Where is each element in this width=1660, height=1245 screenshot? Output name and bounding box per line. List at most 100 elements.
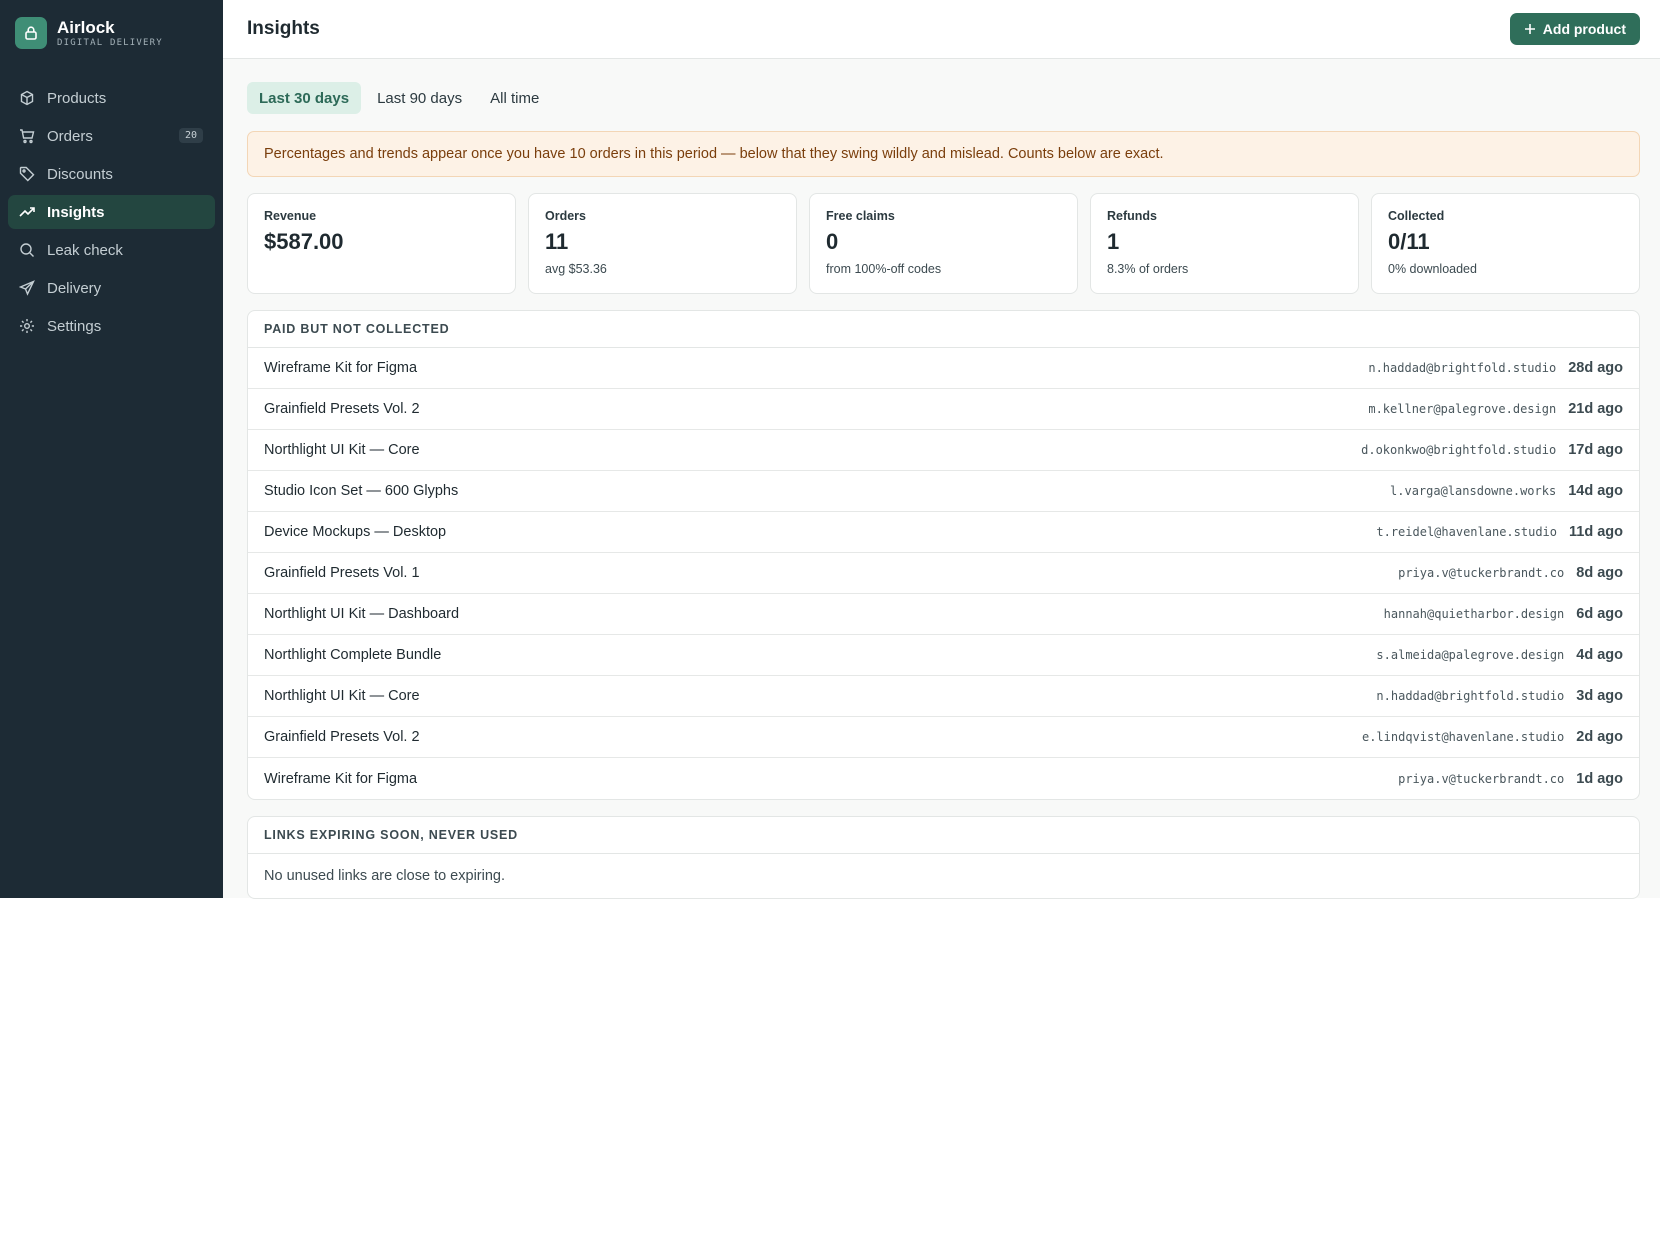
stat-card-collected: Collected 0/11 0% downloaded: [1371, 193, 1640, 294]
row-email: s.almeida@palegrove.design: [1376, 648, 1565, 662]
row-age: 4d ago: [1576, 647, 1623, 663]
row-product: Studio Icon Set — 600 Glyphs: [264, 483, 459, 499]
stat-value: $587.00: [264, 229, 344, 254]
row-age: 11d ago: [1569, 524, 1623, 540]
app-shell: Airlock DIGITAL DELIVERY Products Orders…: [0, 0, 1660, 899]
stat-label: Refunds: [1107, 209, 1157, 223]
stat-value: 1: [1107, 229, 1120, 254]
sidebar: Airlock DIGITAL DELIVERY Products Orders…: [0, 0, 223, 898]
table-row[interactable]: Grainfield Presets Vol. 1 priya.v@tuckerb…: [248, 553, 1639, 594]
uncollected-panel: PAID BUT NOT COLLECTED Wireframe Kit for…: [247, 310, 1640, 800]
row-product: Wireframe Kit for Figma: [264, 770, 418, 787]
row-meta: t.reidel@havenlane.studio 11d ago: [1376, 524, 1623, 540]
row-meta: hannah@quietharbor.design 6d ago: [1384, 606, 1623, 622]
row-email: t.reidel@havenlane.studio: [1376, 525, 1557, 539]
sidebar-item-insights[interactable]: Insights: [8, 195, 215, 229]
row-product: Wireframe Kit for Figma: [264, 360, 418, 376]
tab-last-90-days[interactable]: Last 90 days: [365, 82, 474, 114]
sidebar-item-settings[interactable]: Settings: [8, 309, 215, 343]
stat-value: 11: [545, 229, 569, 254]
empty-state: No unused links are close to expiring.: [264, 868, 505, 884]
table-row[interactable]: Northlight UI Kit — Dashboard hannah@quie…: [248, 594, 1639, 635]
stat-card-free-claims: Free claims 0 from 100%-off codes: [809, 193, 1078, 294]
row-meta: s.almeida@palegrove.design 4d ago: [1376, 647, 1623, 663]
table-row[interactable]: Wireframe Kit for Figma priya.v@tuckerbra…: [248, 758, 1639, 799]
send-icon: [19, 280, 35, 296]
table-row[interactable]: Grainfield Presets Vol. 2 e.lindqvist@hav…: [248, 717, 1639, 758]
brand[interactable]: Airlock DIGITAL DELIVERY: [0, 0, 223, 66]
row-meta: priya.v@tuckerbrandt.co 8d ago: [1398, 565, 1623, 581]
box-icon: [20, 90, 34, 106]
sidebar-item-label: Settings: [47, 317, 102, 335]
sidebar-nav: Products Orders 20 Discounts Insights Le…: [0, 66, 223, 343]
table-row[interactable]: Northlight Complete Bundle s.almeida@pale…: [248, 635, 1639, 676]
stat-sub: 0% downloaded: [1388, 262, 1477, 276]
sidebar-item-leak-check[interactable]: Leak check: [8, 233, 215, 267]
stat-card-revenue: Revenue $587.00: [247, 193, 516, 294]
plus-icon: [1524, 24, 1535, 34]
table-row[interactable]: Studio Icon Set — 600 Glyphs l.varga@lans…: [248, 471, 1639, 512]
row-email: l.varga@lansdowne.works: [1390, 484, 1557, 498]
sidebar-item-discounts[interactable]: Discounts: [8, 157, 215, 191]
sidebar-item-label: Delivery: [47, 279, 102, 297]
tab-all-time[interactable]: All time: [478, 82, 551, 114]
sidebar-item-label: Orders: [47, 127, 93, 145]
sidebar-item-label: Products: [47, 89, 107, 107]
row-product: Northlight Complete Bundle: [264, 647, 442, 663]
table-row[interactable]: Northlight UI Kit — Core d.okonkwo@bright…: [248, 430, 1639, 471]
stat-sub: avg $53.36: [545, 262, 607, 276]
row-meta: d.okonkwo@brightfold.studio 17d ago: [1361, 442, 1623, 458]
table-row[interactable]: Grainfield Presets Vol. 2 m.kellner@paleg…: [248, 389, 1639, 430]
uncollected-list: Wireframe Kit for Figma n.haddad@brightfo…: [248, 348, 1639, 799]
sidebar-item-label: Leak check: [47, 241, 123, 259]
table-row[interactable]: Device Mockups — Desktop t.reidel@havenla…: [248, 512, 1639, 553]
stat-label: Free claims: [826, 209, 895, 223]
row-meta: m.kellner@palegrove.design 21d ago: [1368, 401, 1623, 417]
topbar: Insights Add product: [223, 0, 1660, 59]
tab-last-30-days[interactable]: Last 30 days: [247, 82, 362, 114]
brand-subtitle: DIGITAL DELIVERY: [57, 37, 163, 48]
row-age: 8d ago: [1576, 565, 1623, 581]
row-age: 1d ago: [1576, 770, 1623, 787]
panel-title: LINKS EXPIRING SOON, NEVER USED: [248, 817, 1639, 854]
table-row[interactable]: Wireframe Kit for Figma n.haddad@brightfo…: [248, 348, 1639, 389]
row-email: m.kellner@palegrove.design: [1368, 402, 1557, 416]
add-product-label: Add product: [1542, 21, 1626, 37]
add-product-button[interactable]: Add product: [1509, 13, 1640, 45]
cart-icon: [20, 129, 35, 144]
stat-value: 0: [826, 229, 839, 254]
row-age: 3d ago: [1576, 688, 1623, 704]
row-email: d.okonkwo@brightfold.studio: [1361, 443, 1557, 457]
sidebar-item-products[interactable]: Products: [8, 81, 215, 115]
sidebar-item-orders[interactable]: Orders 20: [8, 119, 215, 153]
table-row[interactable]: Northlight UI Kit — Core n.haddad@brightf…: [248, 676, 1639, 717]
row-product: Grainfield Presets Vol. 2: [264, 729, 420, 745]
stat-value: 0/11: [1388, 229, 1430, 254]
row-product: Grainfield Presets Vol. 2: [264, 401, 420, 417]
row-meta: l.varga@lansdowne.works 14d ago: [1390, 483, 1623, 499]
expiring-links-panel: LINKS EXPIRING SOON, NEVER USED No unuse…: [247, 816, 1640, 899]
row-email: e.lindqvist@havenlane.studio: [1361, 730, 1565, 744]
main-area: Insights Add product Last 30 days Last 9…: [223, 0, 1660, 899]
stat-sub: from 100%-off codes: [826, 262, 942, 276]
panel-title: PAID BUT NOT COLLECTED: [248, 311, 1639, 348]
stat-sub: 8.3% of orders: [1107, 262, 1189, 276]
stat-label: Orders: [545, 209, 586, 223]
row-product: Device Mockups — Desktop: [264, 524, 447, 540]
sidebar-item-delivery[interactable]: Delivery: [8, 271, 215, 305]
page-title: Insights: [247, 18, 320, 39]
trend-icon: [19, 207, 35, 217]
row-product: Northlight UI Kit — Core: [264, 688, 420, 704]
row-meta: priya.v@tuckerbrandt.co 1d ago: [1398, 771, 1623, 787]
row-email: n.haddad@brightfold.studio: [1376, 689, 1565, 703]
row-age: 6d ago: [1576, 606, 1623, 622]
period-tabs: Last 30 days Last 90 days All time: [247, 82, 1640, 114]
row-email: n.haddad@brightfold.studio: [1368, 361, 1557, 375]
row-email: priya.v@tuckerbrandt.co: [1398, 771, 1565, 786]
search-icon: [20, 243, 34, 257]
sidebar-item-label: Insights: [47, 203, 105, 221]
row-email: hannah@quietharbor.design: [1383, 607, 1565, 621]
row-product: Northlight UI Kit — Dashboard: [264, 606, 460, 622]
row-product: Grainfield Presets Vol. 1: [264, 565, 420, 581]
stat-cards: Revenue $587.00 Orders 11 avg $53.36 Fre…: [247, 193, 1640, 294]
